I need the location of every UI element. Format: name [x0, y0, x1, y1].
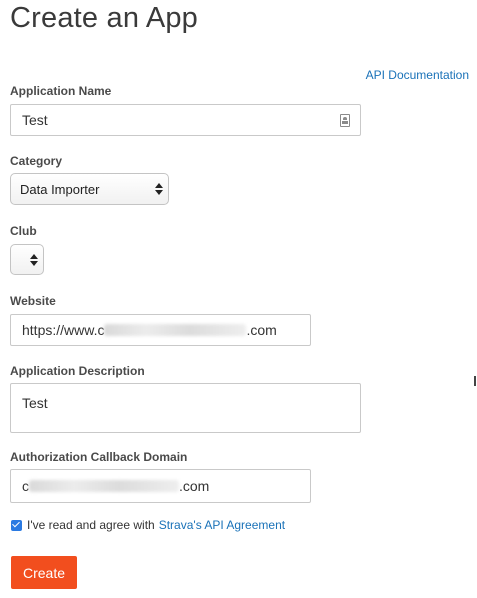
application-name-value: Test [22, 112, 48, 128]
category-select[interactable]: Data Importer [10, 173, 169, 205]
website-value-prefix: https://www.c [22, 322, 105, 338]
text-cursor-icon [474, 376, 476, 386]
description-textarea[interactable]: Test [10, 383, 361, 433]
agreement-row: I've read and agree with Strava's API Ag… [11, 518, 285, 532]
website-input[interactable]: https://www.c .com [10, 314, 311, 346]
description-label: Application Description [10, 364, 145, 378]
api-documentation-link[interactable]: API Documentation [366, 68, 469, 82]
callback-domain-input[interactable]: c .com [10, 469, 311, 503]
callback-domain-label: Authorization Callback Domain [10, 450, 188, 464]
redacted-text [104, 324, 247, 336]
updown-arrows-icon [30, 253, 38, 266]
club-label: Club [10, 224, 37, 238]
create-button[interactable]: Create [11, 556, 77, 589]
callback-domain-value-prefix: c [22, 478, 29, 494]
agreement-text: I've read and agree with [27, 518, 155, 532]
callback-domain-value-suffix: .com [179, 478, 210, 494]
contact-card-icon[interactable] [340, 114, 350, 127]
club-select[interactable] [10, 244, 44, 275]
page-title: Create an App [10, 2, 199, 34]
category-label: Category [10, 154, 63, 168]
application-name-label: Application Name [10, 84, 112, 98]
checkbox-checked-icon[interactable] [11, 519, 22, 531]
redacted-text [29, 480, 179, 492]
updown-arrows-icon [155, 183, 163, 195]
website-label: Website [10, 294, 56, 308]
category-selected-value: Data Importer [20, 181, 100, 197]
api-agreement-link[interactable]: Strava's API Agreement [159, 518, 285, 532]
website-value-suffix: .com [246, 322, 277, 338]
application-name-input[interactable]: Test [10, 104, 361, 136]
